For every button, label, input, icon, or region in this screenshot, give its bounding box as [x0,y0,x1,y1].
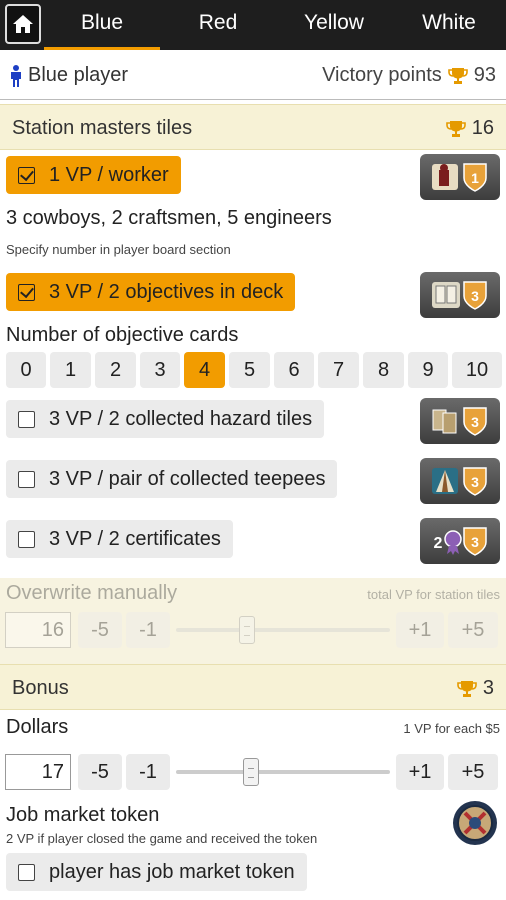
svg-text:2: 2 [434,535,443,552]
bonus-score-value: 3 [482,677,494,699]
objective-count-0[interactable]: 0 [6,352,46,388]
teepee-option-label: 3 VP / pair of collected teepees [49,467,326,490]
overwrite-minus-1-button[interactable]: -1 [126,612,170,648]
certificate-tile-icon: 2 3 [420,518,500,564]
dollars-slider-handle[interactable] [243,758,259,786]
job-market-token-icon [452,800,498,846]
dollars-plus-1-button[interactable]: +1 [396,754,444,790]
hazard-option-label: 3 VP / 2 collected hazard tiles [49,407,313,430]
bonus-header: Bonus 3 [0,664,506,710]
objective-tile-icon: 3 [420,272,500,318]
player-name-label: Blue player [28,64,129,86]
hazard-option-toggle[interactable]: 3 VP / 2 collected hazard tiles [6,400,325,438]
station-masters-header: Station masters tiles 16 [0,104,506,150]
svg-text:3: 3 [471,288,479,304]
checkbox-icon [18,410,35,428]
overwrite-plus-5-button[interactable]: +5 [448,612,498,648]
objective-cards-label: Number of objective cards [6,324,239,346]
certificate-option-toggle[interactable]: 3 VP / 2 certificates [6,520,233,558]
checkbox-icon [18,166,35,184]
person-icon [11,64,21,87]
victory-points-label: Victory points [322,64,442,86]
dollars-note: 1 VP for each $5 [403,721,500,736]
objective-count-9[interactable]: 9 [408,352,448,388]
checkbox-icon [18,283,35,301]
dollars-label: Dollars [6,716,69,738]
hazard-tile-icon: 3 [420,398,500,444]
job-token-note: 2 VP if player closed the game and recei… [6,831,318,846]
station-masters-title: Station masters tiles [12,117,193,139]
objective-count-1[interactable]: 1 [50,352,91,388]
checkbox-icon [18,470,35,488]
teepee-tile-icon: 3 [420,458,500,504]
overwrite-note: total VP for station tiles [367,587,500,602]
overwrite-input[interactable]: 16 [5,612,71,648]
overwrite-label: Overwrite manually [6,582,178,604]
overwrite-stepper: 16 -5 -1 +1 +5 [0,612,506,652]
job-token-option-toggle[interactable]: player has job market token [6,853,307,891]
checkbox-icon [18,530,35,548]
job-token-option-label: player has job market token [49,860,295,883]
svg-text:1: 1 [471,170,479,186]
trophy-icon [457,680,477,697]
overwrite-minus-5-button[interactable]: -5 [78,612,122,648]
dollars-stepper: 17 -5 -1 +1 +5 [0,754,506,794]
dollars-input[interactable]: 17 [5,754,71,790]
dollars-slider[interactable] [176,758,390,786]
objective-count-7[interactable]: 7 [318,352,359,388]
overwrite-plus-1-button[interactable]: +1 [396,612,444,648]
svg-text:3: 3 [471,414,479,430]
bonus-title: Bonus [12,677,69,699]
worker-detail: 3 cowboys, 2 craftsmen, 5 engineers [6,207,332,229]
checkbox-icon [18,863,35,881]
bonus-score: 3 [457,677,494,700]
victory-points-value: 93 [473,64,496,86]
trophy-icon [445,120,466,137]
svg-text:3: 3 [471,534,479,550]
victory-points-total: Victory points 93 [322,64,496,87]
svg-text:3: 3 [471,474,479,490]
objective-count-8[interactable]: 8 [363,352,404,388]
dollars-minus-5-button[interactable]: -5 [78,754,122,790]
tab-yellow[interactable]: Yellow [276,0,392,50]
dollars-minus-1-button[interactable]: -1 [126,754,170,790]
teepee-option-toggle[interactable]: 3 VP / pair of collected teepees [6,460,338,498]
objectives-option-toggle[interactable]: 3 VP / 2 objectives in deck [6,273,296,311]
overwrite-slider[interactable] [176,616,390,644]
player-header: Blue player Victory points 93 [0,54,506,100]
home-button[interactable] [5,4,41,44]
overwrite-section: Overwrite manually total VP for station … [0,578,506,666]
trophy-icon [447,67,468,84]
home-icon [13,15,33,33]
worker-option-label: 1 VP / worker [49,163,169,186]
top-navigation: Blue Red Yellow White [0,0,506,50]
tab-white[interactable]: White [392,0,506,50]
worker-tile-icon: 1 [420,154,500,200]
objective-count-10[interactable]: 10 [452,352,502,388]
tab-red[interactable]: Red [160,0,276,50]
tab-blue[interactable]: Blue [44,0,160,50]
objective-count-5[interactable]: 5 [229,352,270,388]
worker-option-toggle[interactable]: 1 VP / worker [6,156,181,194]
objectives-option-label: 3 VP / 2 objectives in deck [49,280,284,303]
objective-count-3[interactable]: 3 [140,352,180,388]
player-name: Blue player [10,64,128,87]
objective-count-2[interactable]: 2 [95,352,136,388]
objective-count-4[interactable]: 4 [184,352,225,388]
dollars-plus-5-button[interactable]: +5 [448,754,498,790]
overwrite-controls: Overwrite manually total VP for station … [0,578,506,666]
station-masters-score-value: 16 [471,117,494,139]
job-token-label: Job market token [6,804,160,826]
objective-count-6[interactable]: 6 [274,352,314,388]
worker-note: Specify number in player board section [6,242,231,257]
overwrite-slider-handle[interactable] [239,616,255,644]
station-masters-score: 16 [445,117,494,140]
certificate-option-label: 3 VP / 2 certificates [49,527,221,550]
